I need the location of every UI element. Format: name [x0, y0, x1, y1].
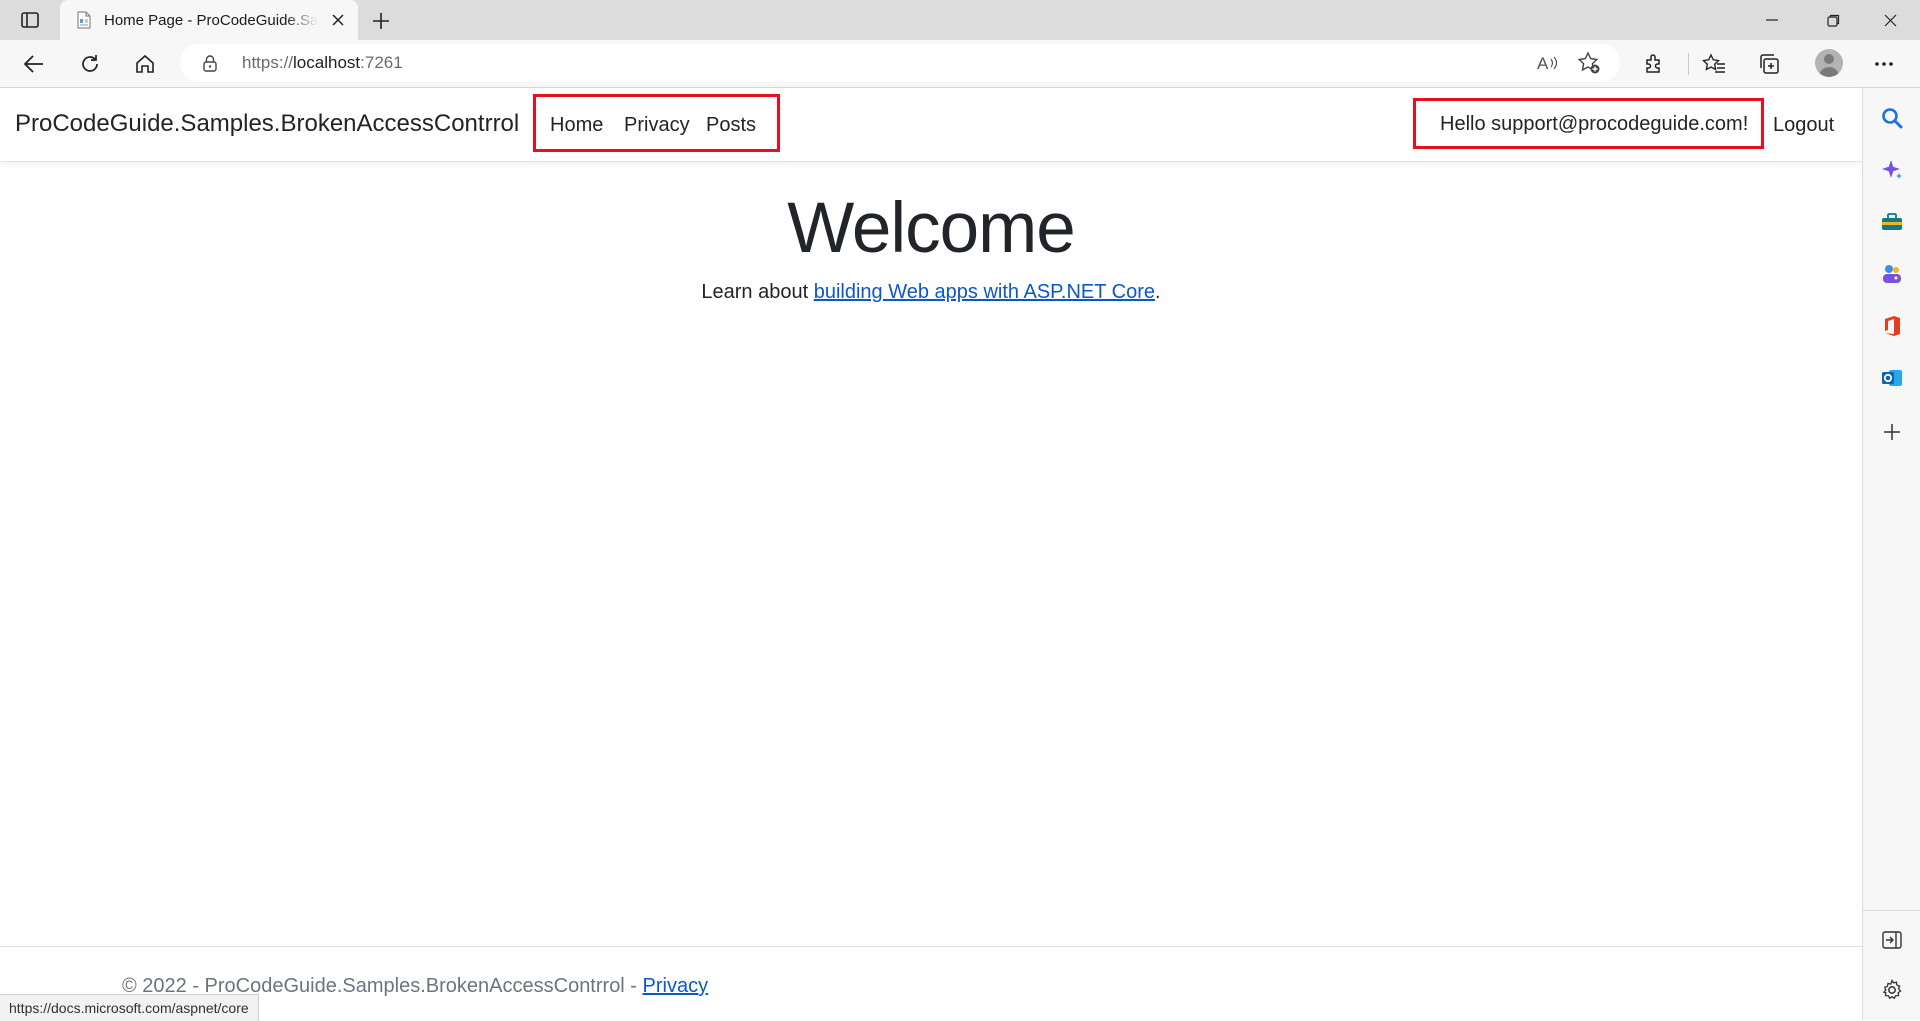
footer-privacy-link[interactable]: Privacy — [643, 975, 709, 997]
profile-icon[interactable] — [1815, 49, 1843, 77]
settings-icon[interactable] — [1880, 978, 1904, 1002]
lock-icon[interactable] — [202, 54, 220, 72]
learn-about-text: Learn about building Web apps with ASP.N… — [0, 281, 1862, 304]
collections-icon[interactable] — [1753, 48, 1785, 80]
logout-button[interactable]: Logout — [1773, 114, 1834, 137]
add-favorite-icon[interactable] — [1577, 51, 1601, 75]
tab-actions-icon[interactable] — [16, 8, 44, 32]
address-bar[interactable]: https://localhost:7261 A — [180, 44, 1620, 82]
extensions-icon[interactable] — [1638, 48, 1670, 80]
brand-link[interactable]: ProCodeGuide.Samples.BrokenAccessContrro… — [15, 110, 519, 138]
hide-sidebar-icon[interactable] — [1880, 928, 1904, 952]
url-host: localhost — [293, 53, 360, 72]
page-title: Welcome — [0, 188, 1862, 269]
close-icon[interactable] — [328, 10, 348, 30]
learn-prefix: Learn about — [701, 281, 813, 303]
more-icon[interactable] — [1868, 48, 1900, 80]
edge-sidebar — [1862, 88, 1920, 1020]
copilot-icon[interactable] — [1880, 158, 1904, 182]
games-icon[interactable] — [1880, 262, 1904, 286]
page-icon — [74, 10, 94, 30]
minimize-icon[interactable] — [1752, 6, 1792, 34]
url-port: :7261 — [360, 53, 403, 72]
aspnet-docs-link[interactable]: building Web apps with ASP.NET Core — [814, 281, 1155, 303]
favorites-icon[interactable] — [1698, 48, 1730, 80]
web-page: ProCodeGuide.Samples.BrokenAccessContrro… — [0, 88, 1862, 1020]
url-text[interactable]: https://localhost:7261 — [242, 53, 403, 73]
nav-posts-link[interactable]: Posts — [706, 114, 756, 137]
site-navbar: ProCodeGuide.Samples.BrokenAccessContrro… — [0, 88, 1862, 162]
search-icon[interactable] — [1880, 106, 1904, 130]
url-scheme: https:// — [242, 53, 293, 72]
restore-icon[interactable] — [1813, 6, 1853, 34]
toolbar-divider — [1688, 53, 1689, 75]
office-icon[interactable] — [1880, 314, 1904, 338]
status-bar-url: https://docs.microsoft.com/aspnet/core — [0, 994, 259, 1021]
browser-toolbar: https://localhost:7261 A — [0, 40, 1920, 88]
read-aloud-icon[interactable]: A — [1536, 51, 1560, 75]
user-greeting[interactable]: Hello support@procodeguide.com! — [1440, 113, 1748, 136]
add-icon[interactable] — [1880, 420, 1904, 444]
outlook-icon[interactable] — [1880, 366, 1904, 390]
tools-icon[interactable] — [1880, 210, 1904, 234]
tab-strip: Home Page - ProCodeGuide.Samples.BrokenA… — [0, 0, 1920, 40]
site-footer: © 2022 - ProCodeGuide.Samples.BrokenAcce… — [0, 946, 1862, 1021]
window-close-icon[interactable] — [1870, 6, 1910, 34]
svg-text:A: A — [1537, 54, 1549, 73]
refresh-icon[interactable] — [74, 48, 106, 80]
home-icon[interactable] — [129, 48, 161, 80]
active-tab[interactable]: Home Page - ProCodeGuide.Samples.BrokenA… — [60, 0, 358, 40]
sidebar-divider — [1863, 910, 1920, 911]
back-icon[interactable] — [18, 48, 50, 80]
learn-suffix: . — [1155, 281, 1161, 303]
tab-title: Home Page - ProCodeGuide.Samples.BrokenA… — [104, 12, 318, 29]
nav-home-link[interactable]: Home — [550, 114, 603, 137]
new-tab-icon[interactable] — [368, 8, 394, 34]
nav-privacy-link[interactable]: Privacy — [624, 114, 690, 137]
